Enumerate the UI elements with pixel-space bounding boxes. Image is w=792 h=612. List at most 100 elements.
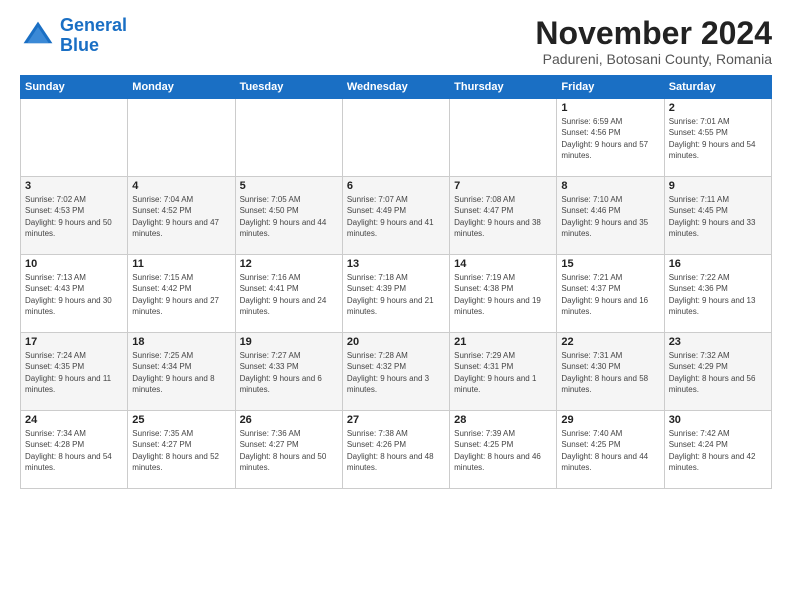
day-number: 17 [25, 336, 123, 348]
day-info: Sunrise: 7:16 AM Sunset: 4:41 PM Dayligh… [240, 272, 338, 317]
day-cell: 24Sunrise: 7:34 AM Sunset: 4:28 PM Dayli… [21, 411, 128, 489]
day-info: Sunrise: 7:08 AM Sunset: 4:47 PM Dayligh… [454, 194, 552, 239]
day-cell: 29 Sunrise: 7:40 AM Sunset: 4:25 PM Dayli… [557, 411, 664, 489]
header-cell-friday: Friday [557, 76, 664, 99]
day-info: Sunrise: 7:35 AM Sunset: 4:27 PM Dayligh… [132, 428, 230, 473]
day-number: 25 [132, 414, 230, 426]
day-info: Sunrise: 7:28 AM Sunset: 4:32 PM Dayligh… [347, 350, 445, 395]
day-cell: 6Sunrise: 7:07 AM Sunset: 4:49 PM Daylig… [342, 177, 449, 255]
day-cell: 18 Sunrise: 7:25 AM Sunset: 4:34 PM Dayli… [128, 333, 235, 411]
day-number: 5 [240, 180, 338, 192]
location: Padureni, Botosani County, Romania [535, 51, 772, 67]
header-cell-wednesday: Wednesday [342, 76, 449, 99]
day-info: Sunrise: 7:25 AM Sunset: 4:34 PM Dayligh… [132, 350, 230, 395]
logo-text: General Blue [60, 16, 127, 56]
day-number: 3 [25, 180, 123, 192]
day-number: 20 [347, 336, 445, 348]
day-cell [235, 99, 342, 177]
day-info: Sunrise: 7:22 AM Sunset: 4:36 PM Dayligh… [669, 272, 767, 317]
day-number: 16 [669, 258, 767, 270]
day-cell [450, 99, 557, 177]
day-info: Sunrise: 7:19 AM Sunset: 4:38 PM Dayligh… [454, 272, 552, 317]
day-info: Sunrise: 7:04 AM Sunset: 4:52 PM Dayligh… [132, 194, 230, 239]
day-cell: 13Sunrise: 7:18 AM Sunset: 4:39 PM Dayli… [342, 255, 449, 333]
day-cell: 9 Sunrise: 7:11 AM Sunset: 4:45 PM Daylig… [664, 177, 771, 255]
day-cell: 5Sunrise: 7:05 AM Sunset: 4:50 PM Daylig… [235, 177, 342, 255]
day-number: 1 [561, 102, 659, 114]
logo: General Blue [20, 16, 127, 56]
day-info: Sunrise: 7:11 AM Sunset: 4:45 PM Dayligh… [669, 194, 767, 239]
day-cell: 4Sunrise: 7:04 AM Sunset: 4:52 PM Daylig… [128, 177, 235, 255]
header: General Blue November 2024 Padureni, Bot… [20, 16, 772, 67]
day-cell: 21Sunrise: 7:29 AM Sunset: 4:31 PM Dayli… [450, 333, 557, 411]
week-row-2: 3 Sunrise: 7:02 AM Sunset: 4:53 PM Daylig… [21, 177, 772, 255]
day-info: Sunrise: 7:18 AM Sunset: 4:39 PM Dayligh… [347, 272, 445, 317]
day-cell: 27 Sunrise: 7:38 AM Sunset: 4:26 PM Dayli… [342, 411, 449, 489]
day-number: 11 [132, 258, 230, 270]
day-number: 27 [347, 414, 445, 426]
day-number: 29 [561, 414, 659, 426]
day-info: Sunrise: 7:07 AM Sunset: 4:49 PM Dayligh… [347, 194, 445, 239]
week-row-4: 17 Sunrise: 7:24 AM Sunset: 4:35 PM Dayli… [21, 333, 772, 411]
day-cell: 11 Sunrise: 7:15 AM Sunset: 4:42 PM Dayli… [128, 255, 235, 333]
day-info: Sunrise: 7:02 AM Sunset: 4:53 PM Dayligh… [25, 194, 123, 239]
month-title: November 2024 [535, 16, 772, 51]
logo-icon [20, 18, 56, 54]
header-cell-sunday: Sunday [21, 76, 128, 99]
day-cell [21, 99, 128, 177]
day-number: 23 [669, 336, 767, 348]
header-cell-thursday: Thursday [450, 76, 557, 99]
day-number: 19 [240, 336, 338, 348]
day-info: Sunrise: 6:59 AM Sunset: 4:56 PM Dayligh… [561, 116, 659, 161]
day-number: 9 [669, 180, 767, 192]
day-info: Sunrise: 7:36 AM Sunset: 4:27 PM Dayligh… [240, 428, 338, 473]
day-cell [342, 99, 449, 177]
day-info: Sunrise: 7:15 AM Sunset: 4:42 PM Dayligh… [132, 272, 230, 317]
day-cell: 25 Sunrise: 7:35 AM Sunset: 4:27 PM Dayli… [128, 411, 235, 489]
day-number: 24 [25, 414, 123, 426]
week-row-1: 1 Sunrise: 6:59 AM Sunset: 4:56 PM Daylig… [21, 99, 772, 177]
day-info: Sunrise: 7:38 AM Sunset: 4:26 PM Dayligh… [347, 428, 445, 473]
day-info: Sunrise: 7:13 AM Sunset: 4:43 PM Dayligh… [25, 272, 123, 317]
day-cell: 20 Sunrise: 7:28 AM Sunset: 4:32 PM Dayli… [342, 333, 449, 411]
day-cell [128, 99, 235, 177]
day-cell: 16 Sunrise: 7:22 AM Sunset: 4:36 PM Dayli… [664, 255, 771, 333]
day-info: Sunrise: 7:24 AM Sunset: 4:35 PM Dayligh… [25, 350, 123, 395]
day-number: 14 [454, 258, 552, 270]
day-cell: 3 Sunrise: 7:02 AM Sunset: 4:53 PM Daylig… [21, 177, 128, 255]
day-info: Sunrise: 7:27 AM Sunset: 4:33 PM Dayligh… [240, 350, 338, 395]
page: General Blue November 2024 Padureni, Bot… [0, 0, 792, 612]
day-cell: 1 Sunrise: 6:59 AM Sunset: 4:56 PM Daylig… [557, 99, 664, 177]
day-cell: 22Sunrise: 7:31 AM Sunset: 4:30 PM Dayli… [557, 333, 664, 411]
day-cell: 12Sunrise: 7:16 AM Sunset: 4:41 PM Dayli… [235, 255, 342, 333]
day-number: 2 [669, 102, 767, 114]
day-number: 8 [561, 180, 659, 192]
day-info: Sunrise: 7:40 AM Sunset: 4:25 PM Dayligh… [561, 428, 659, 473]
day-number: 10 [25, 258, 123, 270]
day-info: Sunrise: 7:39 AM Sunset: 4:25 PM Dayligh… [454, 428, 552, 473]
day-cell: 8 Sunrise: 7:10 AM Sunset: 4:46 PM Daylig… [557, 177, 664, 255]
day-cell: 2Sunrise: 7:01 AM Sunset: 4:55 PM Daylig… [664, 99, 771, 177]
day-cell: 30 Sunrise: 7:42 AM Sunset: 4:24 PM Dayli… [664, 411, 771, 489]
title-area: November 2024 Padureni, Botosani County,… [535, 16, 772, 67]
day-number: 30 [669, 414, 767, 426]
day-info: Sunrise: 7:21 AM Sunset: 4:37 PM Dayligh… [561, 272, 659, 317]
header-cell-saturday: Saturday [664, 76, 771, 99]
day-number: 15 [561, 258, 659, 270]
header-cell-tuesday: Tuesday [235, 76, 342, 99]
day-info: Sunrise: 7:32 AM Sunset: 4:29 PM Dayligh… [669, 350, 767, 395]
day-info: Sunrise: 7:10 AM Sunset: 4:46 PM Dayligh… [561, 194, 659, 239]
day-info: Sunrise: 7:31 AM Sunset: 4:30 PM Dayligh… [561, 350, 659, 395]
day-cell: 26Sunrise: 7:36 AM Sunset: 4:27 PM Dayli… [235, 411, 342, 489]
header-row: SundayMondayTuesdayWednesdayThursdayFrid… [21, 76, 772, 99]
day-number: 28 [454, 414, 552, 426]
day-number: 21 [454, 336, 552, 348]
day-cell: 28 Sunrise: 7:39 AM Sunset: 4:25 PM Dayli… [450, 411, 557, 489]
day-number: 18 [132, 336, 230, 348]
day-cell: 19 Sunrise: 7:27 AM Sunset: 4:33 PM Dayli… [235, 333, 342, 411]
day-cell: 17 Sunrise: 7:24 AM Sunset: 4:35 PM Dayli… [21, 333, 128, 411]
day-info: Sunrise: 7:42 AM Sunset: 4:24 PM Dayligh… [669, 428, 767, 473]
day-cell: 10 Sunrise: 7:13 AM Sunset: 4:43 PM Dayli… [21, 255, 128, 333]
week-row-3: 10 Sunrise: 7:13 AM Sunset: 4:43 PM Dayli… [21, 255, 772, 333]
week-row-5: 24Sunrise: 7:34 AM Sunset: 4:28 PM Dayli… [21, 411, 772, 489]
